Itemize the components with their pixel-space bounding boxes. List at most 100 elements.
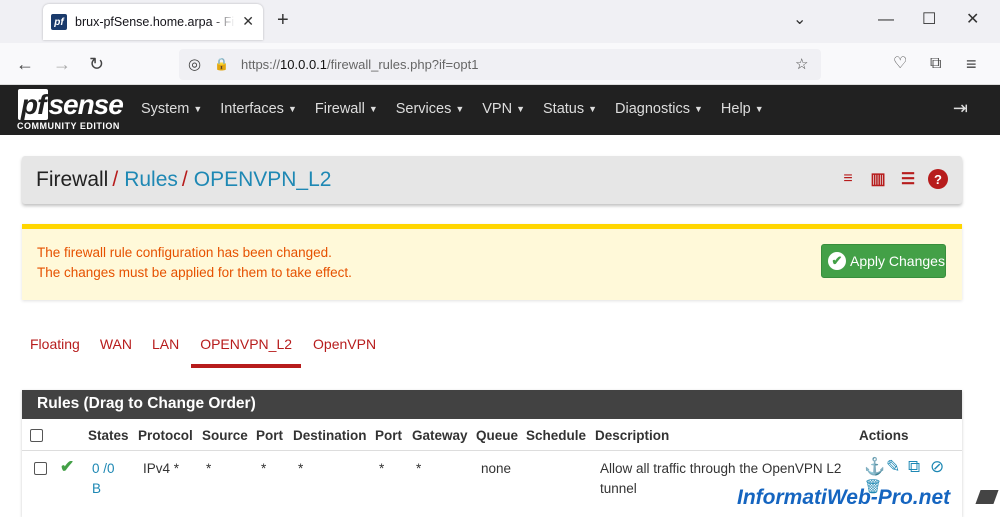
col-states: States	[88, 428, 129, 443]
laptop-logo-icon	[975, 490, 999, 504]
sliders-icon[interactable]: ≡	[838, 169, 858, 189]
list-all-tabs-icon[interactable]: ⌄	[793, 10, 806, 30]
menu-diagnostics[interactable]: Diagnostics ▼	[615, 101, 703, 117]
caret-down-icon: ▼	[754, 104, 764, 115]
menu-system[interactable]: System ▼	[141, 101, 202, 117]
col-description: Description	[595, 428, 670, 443]
log-list-icon[interactable]: ☰	[898, 169, 918, 189]
protocol-value: IPv4 *	[143, 461, 180, 476]
tab-lan[interactable]: LAN	[144, 326, 187, 368]
description-line1: Allow all traffic through the OpenVPN L2	[600, 461, 842, 476]
caret-down-icon: ▼	[368, 104, 378, 115]
tab-wan[interactable]: WAN	[92, 326, 140, 368]
url-text: https://10.0.0.1/firewall_rules.php?if=o…	[241, 57, 478, 72]
breadcrumb-panel: Firewall / Rules / OPENVPN_L2 ≡ ▥ ☰ ?	[22, 156, 962, 204]
description-line2: tunnel	[600, 481, 637, 496]
disable-icon[interactable]: ⊘	[930, 457, 944, 477]
anchor-icon[interactable]: ⚓	[864, 457, 885, 477]
menu-services[interactable]: Services ▼	[396, 101, 465, 117]
minimize-icon[interactable]: —	[878, 10, 894, 30]
source-value: *	[206, 461, 212, 476]
gateway-value: *	[416, 461, 422, 476]
breadcrumb-firewall: Firewall	[36, 168, 109, 191]
breadcrumb: Firewall / Rules / OPENVPN_L2	[36, 168, 331, 192]
col-source-port: Port	[256, 428, 283, 443]
states-bytes[interactable]: B	[92, 481, 101, 496]
check-circle-icon: ✔	[828, 252, 846, 270]
back-icon[interactable]: ←	[16, 53, 34, 75]
url-path: /firewall_rules.php?if=opt1	[327, 57, 479, 72]
maximize-icon[interactable]: ☐	[922, 10, 936, 30]
pass-check-icon: ✔	[60, 457, 75, 476]
queue-value: none	[481, 461, 512, 476]
address-bar[interactable]: ◎ 🔒 https://10.0.0.1/firewall_rules.php?…	[179, 49, 821, 80]
bar-chart-icon[interactable]: ▥	[868, 169, 888, 189]
col-queue: Queue	[476, 428, 519, 443]
menu-label: VPN	[482, 101, 513, 117]
source-port-value: *	[261, 461, 267, 476]
caret-down-icon: ▼	[588, 104, 598, 115]
menu-help[interactable]: Help ▼	[721, 101, 764, 117]
alert-message-line1: The firewall rule configuration has been…	[37, 245, 332, 260]
menu-vpn[interactable]: VPN ▼	[482, 101, 525, 117]
caret-down-icon: ▼	[455, 104, 465, 115]
config-changed-alert: The firewall rule configuration has been…	[22, 224, 962, 300]
destination-value: *	[298, 461, 304, 476]
tracking-protection-icon[interactable]: ◎	[188, 55, 201, 73]
tab-title: brux-pfSense.home.arpa - Firewall: Rules	[75, 15, 235, 29]
tab-floating[interactable]: Floating	[22, 326, 88, 368]
breadcrumb-actions: ≡ ▥ ☰ ?	[838, 169, 948, 189]
apply-changes-button[interactable]: ✔ Apply Changes	[821, 244, 946, 278]
browser-tab-bar: pf brux-pfSense.home.arpa - Firewall: Ru…	[0, 0, 1000, 43]
col-schedule: Schedule	[526, 428, 587, 443]
pfsense-favicon-icon: pf	[51, 14, 67, 30]
breadcrumb-separator: /	[112, 168, 119, 191]
col-destination-port: Port	[375, 428, 402, 443]
app-menu-icon[interactable]: ≡	[966, 53, 977, 75]
menu-firewall[interactable]: Firewall ▼	[315, 101, 378, 117]
tab-openvpn-l2[interactable]: OPENVPN_L2	[191, 326, 302, 368]
copy-icon[interactable]: ⧉	[908, 457, 920, 477]
logo-sense: sense	[48, 89, 123, 120]
pocket-icon[interactable]: ♡	[893, 53, 907, 75]
menu-status[interactable]: Status ▼	[543, 101, 597, 117]
url-host: 10.0.0.1	[280, 57, 328, 72]
menu-label: Interfaces	[220, 101, 284, 117]
main-menu: System ▼ Interfaces ▼ Firewall ▼ Services ▼ …	[141, 101, 764, 117]
col-actions: Actions	[859, 428, 909, 443]
logout-icon[interactable]: ⇥	[953, 98, 968, 119]
alert-message-line2: The changes must be applied for them to …	[37, 265, 352, 280]
col-source: Source	[202, 428, 248, 443]
row-select-checkbox[interactable]	[34, 462, 47, 475]
url-scheme: https://	[241, 57, 281, 72]
caret-down-icon: ▼	[516, 104, 526, 115]
breadcrumb-interface[interactable]: OPENVPN_L2	[194, 168, 332, 191]
breadcrumb-rules[interactable]: Rules	[124, 168, 178, 191]
bookmark-star-icon[interactable]: ☆	[795, 55, 808, 73]
new-tab-icon[interactable]: +	[277, 10, 289, 30]
logo-edition: COMMUNITY EDITION	[17, 121, 120, 131]
reload-icon[interactable]: ↻	[89, 53, 104, 75]
tab-openvpn[interactable]: OpenVPN	[305, 326, 384, 368]
apply-changes-label: Apply Changes	[850, 253, 945, 269]
close-window-icon[interactable]: ✕	[966, 10, 979, 30]
lock-icon[interactable]: 🔒	[214, 57, 229, 71]
extensions-icon[interactable]: ⧉	[930, 53, 941, 75]
pfsense-logo[interactable]: pf sense	[18, 89, 124, 121]
pfsense-header: pf sense COMMUNITY EDITION System ▼ Interf…	[0, 85, 1000, 135]
menu-label: Status	[543, 101, 585, 117]
help-icon[interactable]: ?	[928, 169, 948, 189]
close-tab-icon[interactable]: ✕	[242, 13, 254, 30]
breadcrumb-separator: /	[181, 168, 188, 191]
menu-interfaces[interactable]: Interfaces ▼	[220, 101, 297, 117]
destination-port-value: *	[379, 461, 385, 476]
menu-label: Diagnostics	[615, 101, 690, 117]
browser-tab[interactable]: pf brux-pfSense.home.arpa - Firewall: Ru…	[43, 4, 263, 40]
rules-heading: Rules (Drag to Change Order)	[22, 390, 962, 419]
menu-label: Help	[720, 101, 751, 117]
states-count[interactable]: 0 /0	[92, 461, 115, 476]
col-gateway: Gateway	[412, 428, 468, 443]
edit-pencil-icon[interactable]: ✎	[886, 457, 900, 477]
select-all-checkbox[interactable]	[30, 429, 43, 442]
forward-icon[interactable]: →	[53, 53, 71, 75]
